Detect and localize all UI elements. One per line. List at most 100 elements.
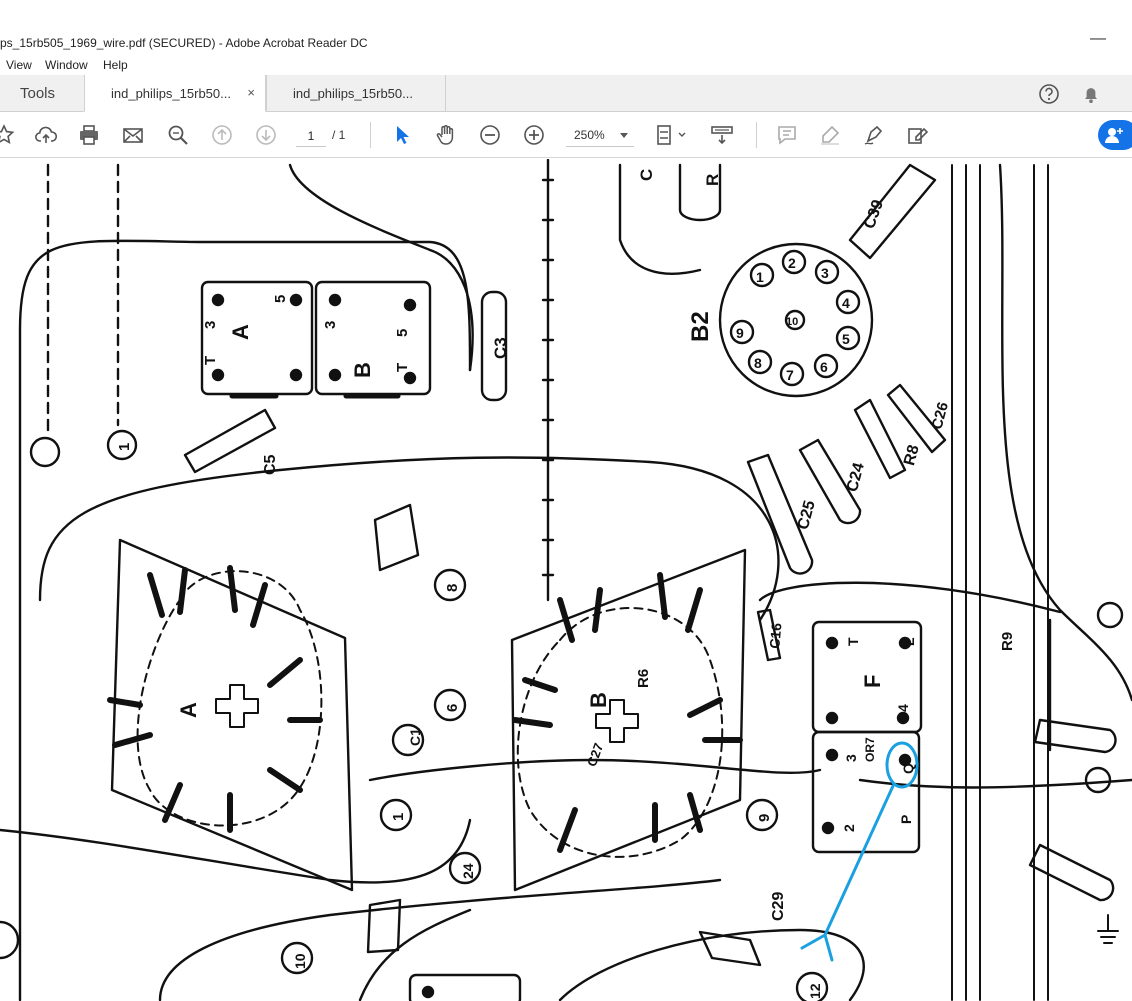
separator <box>370 122 371 148</box>
label-c27: C27 <box>584 741 606 769</box>
page-number-input[interactable] <box>296 125 326 147</box>
label-1: 1 <box>390 813 407 821</box>
label-r9: R9 <box>999 632 1016 651</box>
page-up-icon[interactable] <box>210 123 234 147</box>
label-switch-a: A <box>176 702 201 718</box>
menu-view[interactable]: View <box>6 58 32 72</box>
menu-bar: View Window Help <box>0 54 1132 75</box>
label-r6: R6 <box>635 669 652 688</box>
sign-icon[interactable] <box>862 123 886 147</box>
label-r: R <box>703 174 722 186</box>
tab-document-2[interactable]: ind_philips_15rb50... <box>266 75 446 112</box>
fit-page-icon[interactable] <box>654 123 688 147</box>
label-t: T <box>394 363 411 372</box>
pin-5: 5 <box>842 331 850 347</box>
label-12: 12 <box>807 983 823 999</box>
share-button[interactable] <box>1098 120 1132 150</box>
page-total: / 1 <box>332 128 346 142</box>
label-5: 5 <box>394 329 411 337</box>
wire <box>288 163 474 372</box>
capacitor-right <box>1028 843 1115 902</box>
edit-icon[interactable] <box>906 123 930 147</box>
zoom-out-icon[interactable] <box>478 123 502 147</box>
hand-icon[interactable] <box>434 123 458 147</box>
label-b: B <box>350 362 375 378</box>
label-c29: C29 <box>770 892 787 921</box>
terminal <box>289 368 303 382</box>
comment-icon[interactable] <box>775 123 799 147</box>
bell-icon[interactable] <box>1080 83 1102 108</box>
label-9: 9 <box>756 814 773 822</box>
tab-label: ind_philips_15rb50... <box>293 86 413 101</box>
document-view[interactable]: A B 3 5 T 3 5 T C3 C5 A B R6 C27 B2 R C … <box>0 159 1132 1001</box>
tab-close-button[interactable]: × <box>247 85 255 100</box>
wire <box>758 581 1062 614</box>
label-r8: R8 <box>901 443 923 467</box>
terminal <box>825 636 839 650</box>
toolbar: / 1 250% <box>0 112 1132 158</box>
menu-window[interactable]: Window <box>45 58 88 72</box>
label-c: C <box>637 169 656 181</box>
terminal <box>821 821 835 835</box>
label-3: 3 <box>202 321 219 329</box>
pin-10: 10 <box>786 316 798 328</box>
zoom-in-icon[interactable] <box>522 123 546 147</box>
terminal <box>328 293 342 307</box>
menu-help[interactable]: Help <box>103 58 128 72</box>
label-5: 5 <box>272 295 289 303</box>
label-4: 4 <box>895 704 911 712</box>
wafer-cross <box>215 684 259 728</box>
label-3: 3 <box>843 754 859 762</box>
star-icon[interactable] <box>0 123 16 147</box>
search-zoom-icon[interactable] <box>166 123 190 147</box>
label-l: L <box>901 637 917 646</box>
scroll-mode-icon[interactable] <box>710 123 734 147</box>
terminal <box>825 748 839 762</box>
label-t: T <box>202 356 219 365</box>
mail-icon[interactable] <box>121 123 145 147</box>
label-c25: C25 <box>795 499 819 532</box>
pin-9: 9 <box>736 325 744 341</box>
page-down-icon[interactable] <box>254 123 278 147</box>
print-icon[interactable] <box>77 123 101 147</box>
pin-8: 8 <box>754 355 762 371</box>
label-or7: OR7 <box>863 737 877 762</box>
label-a: A <box>228 324 253 340</box>
label-c5: C5 <box>262 454 279 475</box>
bus-lines <box>951 164 1049 1001</box>
terminal <box>825 711 839 725</box>
pin-7: 7 <box>786 367 794 383</box>
tab-document-1[interactable]: ind_philips_15rb50... × <box>84 75 266 112</box>
wire <box>38 456 780 622</box>
label-8: 8 <box>444 584 461 592</box>
label-10: 10 <box>292 953 308 969</box>
resistor-r <box>678 163 722 222</box>
terminal <box>289 293 303 307</box>
label-c26: C26 <box>929 400 953 431</box>
label-1: 1 <box>116 443 133 451</box>
terminal <box>211 368 225 382</box>
help-icon[interactable] <box>1038 83 1060 108</box>
select-arrow-icon[interactable] <box>390 123 414 147</box>
wiring-diagram: A B 3 5 T 3 5 T C3 C5 A B R6 C27 B2 R C … <box>0 159 1132 1001</box>
label-c1: C1 <box>407 728 423 746</box>
ring-terminal <box>0 920 20 960</box>
label-c16: C16 <box>766 622 784 649</box>
zoom-select[interactable]: 250% <box>566 125 634 147</box>
label-c3: C3 <box>491 337 510 359</box>
annotation-line <box>800 784 895 962</box>
highlight-icon[interactable] <box>818 123 842 147</box>
tab-tools-label: Tools <box>20 85 56 102</box>
upload-icon[interactable] <box>34 123 58 147</box>
chevron-down-icon <box>620 133 628 138</box>
label-2: 2 <box>841 824 857 832</box>
label-24: 24 <box>460 863 476 879</box>
label-3: 3 <box>322 321 339 329</box>
terminal <box>211 293 225 307</box>
label-c24: C24 <box>844 461 868 494</box>
minimize-button[interactable]: — <box>1090 30 1106 48</box>
window-title: ps_15rb505_1969_wire.pdf (SECURED) - Ado… <box>0 36 368 50</box>
ground-symbol <box>1097 914 1119 944</box>
tab-tools[interactable]: Tools <box>0 75 84 112</box>
wire <box>158 878 722 1001</box>
